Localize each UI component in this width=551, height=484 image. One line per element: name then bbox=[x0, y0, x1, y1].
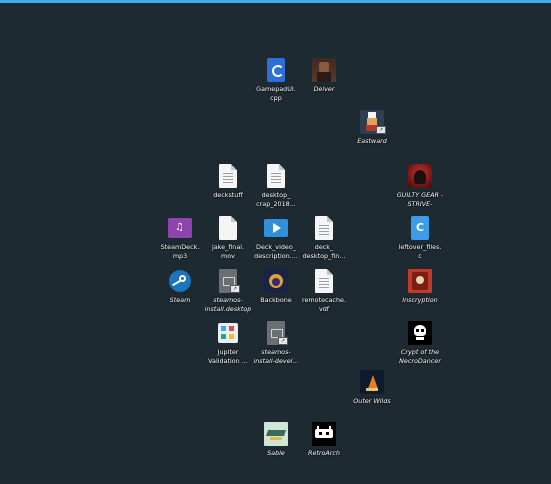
delver-game-icon bbox=[312, 58, 336, 82]
video-file-icon bbox=[264, 216, 288, 240]
backbone-game-icon bbox=[264, 269, 288, 293]
text-document-icon bbox=[312, 216, 336, 240]
desktop-icon-steamos-install-devel[interactable]: ↗ steamos- install-devel... bbox=[242, 321, 310, 365]
icon-label: Delver bbox=[313, 85, 335, 93]
desktop[interactable]: GamepadUI. cpp Delver ↗ Eastward deckstu… bbox=[0, 3, 551, 484]
icon-label: Inscryption bbox=[402, 296, 438, 304]
blank-file-icon bbox=[216, 216, 240, 240]
icon-label: GUILTY GEAR - STRIVE- bbox=[396, 191, 444, 208]
eastward-game-icon: ↗ bbox=[360, 110, 386, 134]
desktop-icon-outer-wilds[interactable]: Outer Wilds bbox=[338, 370, 406, 406]
c-source-file-icon: C bbox=[408, 216, 432, 240]
desktop-icon-guilty-gear-strive[interactable]: GUILTY GEAR - STRIVE- bbox=[386, 164, 454, 208]
desktop-icon-eastward[interactable]: ↗ Eastward bbox=[338, 110, 406, 146]
icon-label: RetroArch bbox=[308, 449, 340, 457]
text-document-icon bbox=[264, 164, 288, 188]
retroarch-icon bbox=[312, 422, 336, 446]
desktop-icon-retroarch[interactable]: RetroArch bbox=[290, 422, 358, 458]
icon-label: Eastward bbox=[357, 137, 387, 145]
desktop-icon-crypt-of-the-necrodancer[interactable]: Crypt of the NecroDancer bbox=[386, 321, 454, 365]
icon-label: Crypt of the NecroDancer bbox=[399, 348, 441, 365]
c-plus-plus-file-icon bbox=[264, 58, 288, 82]
text-document-icon bbox=[312, 269, 336, 293]
icon-label: steamos- install-devel... bbox=[253, 348, 299, 365]
crypt-of-the-necrodancer-game-icon bbox=[408, 321, 432, 345]
icon-label: remotecache. vdf bbox=[302, 296, 346, 313]
desktop-icon-remotecache-vdf[interactable]: remotecache. vdf bbox=[290, 269, 358, 313]
inscryption-game-icon bbox=[408, 269, 432, 293]
desktop-icon-inscryption[interactable]: Inscryption bbox=[386, 269, 454, 305]
desktop-icon-delver[interactable]: Delver bbox=[290, 58, 358, 94]
desktop-icon-desktop-crap[interactable]: desktop_ crap_2018... bbox=[242, 164, 310, 208]
guilty-gear-game-icon bbox=[408, 164, 432, 188]
desktop-shortcut-icon: ↗ bbox=[216, 269, 240, 293]
jupiter-validation-icon bbox=[216, 321, 240, 345]
icon-label: leftover_files. c bbox=[398, 243, 442, 260]
text-document-icon bbox=[216, 164, 240, 188]
icon-label: deck_ desktop_fin... bbox=[302, 243, 346, 260]
desktop-icon-deck-desktop-final[interactable]: deck_ desktop_fin... bbox=[290, 216, 358, 260]
sable-game-icon bbox=[264, 422, 288, 446]
audio-file-icon: ♫ bbox=[168, 216, 192, 240]
icon-label: desktop_ crap_2018... bbox=[256, 191, 296, 208]
desktop-icon-leftover-files-c[interactable]: C leftover_files. c bbox=[386, 216, 454, 260]
icon-label: Outer Wilds bbox=[353, 397, 391, 405]
desktop-shortcut-icon: ↗ bbox=[264, 321, 288, 345]
steam-icon bbox=[168, 269, 192, 293]
outer-wilds-game-icon bbox=[360, 370, 384, 394]
